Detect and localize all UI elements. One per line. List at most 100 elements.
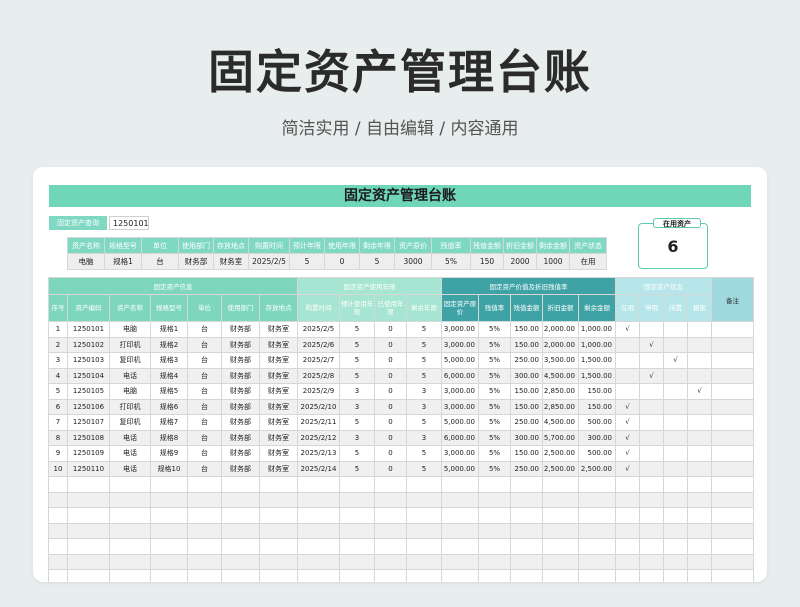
table-cell[interactable] — [478, 569, 511, 582]
table-cell[interactable]: 1250105 — [67, 383, 110, 400]
table-cell[interactable] — [711, 538, 754, 555]
table-cell[interactable] — [67, 538, 110, 555]
table-cell[interactable] — [615, 367, 640, 384]
table-cell[interactable]: 300.00 — [578, 429, 616, 446]
table-cell[interactable]: 5 — [406, 352, 442, 369]
table-cell[interactable] — [297, 538, 340, 555]
table-cell[interactable]: 2025/2/14 — [297, 460, 340, 477]
table-cell[interactable] — [615, 491, 640, 508]
table-cell[interactable] — [406, 538, 442, 555]
table-cell[interactable]: 规格6 — [150, 398, 188, 415]
table-cell[interactable]: 台 — [187, 367, 222, 384]
table-cell[interactable]: 5% — [478, 398, 511, 415]
table-cell[interactable]: 财务室 — [259, 321, 298, 338]
table-cell[interactable]: 电话 — [109, 460, 151, 477]
lookup-value[interactable]: 规格1 — [104, 253, 142, 270]
table-cell[interactable]: 300.00 — [510, 367, 543, 384]
table-cell[interactable] — [339, 522, 375, 539]
column-header[interactable]: 剩余金额 — [578, 294, 616, 322]
column-header[interactable]: 单位 — [187, 294, 222, 322]
column-header[interactable]: 折旧金额 — [542, 294, 579, 322]
lookup-value[interactable]: 财务部 — [178, 253, 214, 270]
table-cell[interactable] — [639, 491, 664, 508]
table-cell[interactable]: 3,000.00 — [441, 383, 479, 400]
table-cell[interactable] — [639, 522, 664, 539]
table-cell[interactable]: 财务室 — [259, 429, 298, 446]
column-header[interactable]: 已使用年限 — [374, 294, 407, 322]
lookup-value[interactable]: 2025/2/5 — [248, 253, 290, 270]
table-cell[interactable] — [615, 538, 640, 555]
table-cell[interactable] — [221, 538, 260, 555]
table-cell[interactable]: 财务室 — [259, 398, 298, 415]
table-cell[interactable] — [374, 569, 407, 582]
table-cell[interactable]: 3 — [406, 398, 442, 415]
table-cell[interactable] — [687, 414, 712, 431]
table-cell[interactable]: 1 — [48, 321, 68, 338]
table-cell[interactable] — [510, 491, 543, 508]
table-cell[interactable]: 7 — [48, 414, 68, 431]
table-cell[interactable]: 150.00 — [510, 321, 543, 338]
table-cell[interactable]: 2025/2/9 — [297, 383, 340, 400]
table-cell[interactable] — [663, 429, 688, 446]
table-cell[interactable]: 250.00 — [510, 414, 543, 431]
query-input[interactable]: 1250101 — [109, 216, 149, 230]
table-cell[interactable]: 2,000.00 — [542, 321, 579, 338]
column-header[interactable]: 使用部门 — [221, 294, 260, 322]
table-cell[interactable]: √ — [615, 429, 640, 446]
table-cell[interactable] — [339, 507, 375, 524]
table-cell[interactable] — [406, 491, 442, 508]
table-cell[interactable]: 1250109 — [67, 445, 110, 462]
table-cell[interactable] — [150, 538, 188, 555]
table-cell[interactable]: 1250107 — [67, 414, 110, 431]
table-cell[interactable] — [639, 460, 664, 477]
table-cell[interactable] — [663, 445, 688, 462]
table-cell[interactable]: 5 — [406, 367, 442, 384]
table-cell[interactable]: 0 — [374, 414, 407, 431]
table-cell[interactable] — [297, 507, 340, 524]
table-cell[interactable] — [578, 476, 616, 493]
table-cell[interactable]: 5,700.00 — [542, 429, 579, 446]
table-cell[interactable]: 财务部 — [221, 429, 260, 446]
table-cell[interactable] — [639, 398, 664, 415]
table-cell[interactable]: √ — [615, 445, 640, 462]
table-cell[interactable] — [639, 445, 664, 462]
table-cell[interactable] — [578, 569, 616, 582]
table-cell[interactable] — [221, 522, 260, 539]
lookup-value[interactable]: 5 — [289, 253, 325, 270]
table-cell[interactable]: 5 — [406, 460, 442, 477]
table-cell[interactable] — [687, 569, 712, 582]
table-cell[interactable] — [374, 522, 407, 539]
table-cell[interactable] — [615, 522, 640, 539]
table-cell[interactable]: 6,000.00 — [441, 367, 479, 384]
table-cell[interactable]: 5% — [478, 429, 511, 446]
table-cell[interactable] — [187, 507, 222, 524]
table-cell[interactable]: √ — [639, 336, 664, 353]
table-cell[interactable] — [67, 569, 110, 582]
table-cell[interactable] — [406, 553, 442, 570]
table-cell[interactable]: 5 — [48, 383, 68, 400]
table-cell[interactable]: 5 — [406, 321, 442, 338]
table-cell[interactable]: 5 — [339, 367, 375, 384]
table-cell[interactable]: 财务室 — [259, 367, 298, 384]
table-cell[interactable] — [615, 352, 640, 369]
table-cell[interactable]: 5% — [478, 321, 511, 338]
lookup-value[interactable]: 5 — [359, 253, 395, 270]
table-cell[interactable] — [221, 569, 260, 582]
table-cell[interactable] — [109, 507, 151, 524]
table-cell[interactable]: 规格8 — [150, 429, 188, 446]
table-cell[interactable] — [711, 398, 754, 415]
table-cell[interactable] — [339, 476, 375, 493]
table-cell[interactable] — [639, 507, 664, 524]
table-cell[interactable]: 1250110 — [67, 460, 110, 477]
column-header[interactable]: 固定资产原价 — [441, 294, 479, 322]
table-cell[interactable] — [297, 569, 340, 582]
table-cell[interactable] — [663, 460, 688, 477]
table-cell[interactable]: 0 — [374, 383, 407, 400]
table-cell[interactable] — [510, 507, 543, 524]
table-cell[interactable]: 6,000.00 — [441, 429, 479, 446]
table-cell[interactable]: 财务部 — [221, 383, 260, 400]
table-cell[interactable]: 打印机 — [109, 336, 151, 353]
table-cell[interactable]: 3,000.00 — [441, 321, 479, 338]
table-cell[interactable]: 8 — [48, 429, 68, 446]
table-cell[interactable]: 500.00 — [578, 414, 616, 431]
